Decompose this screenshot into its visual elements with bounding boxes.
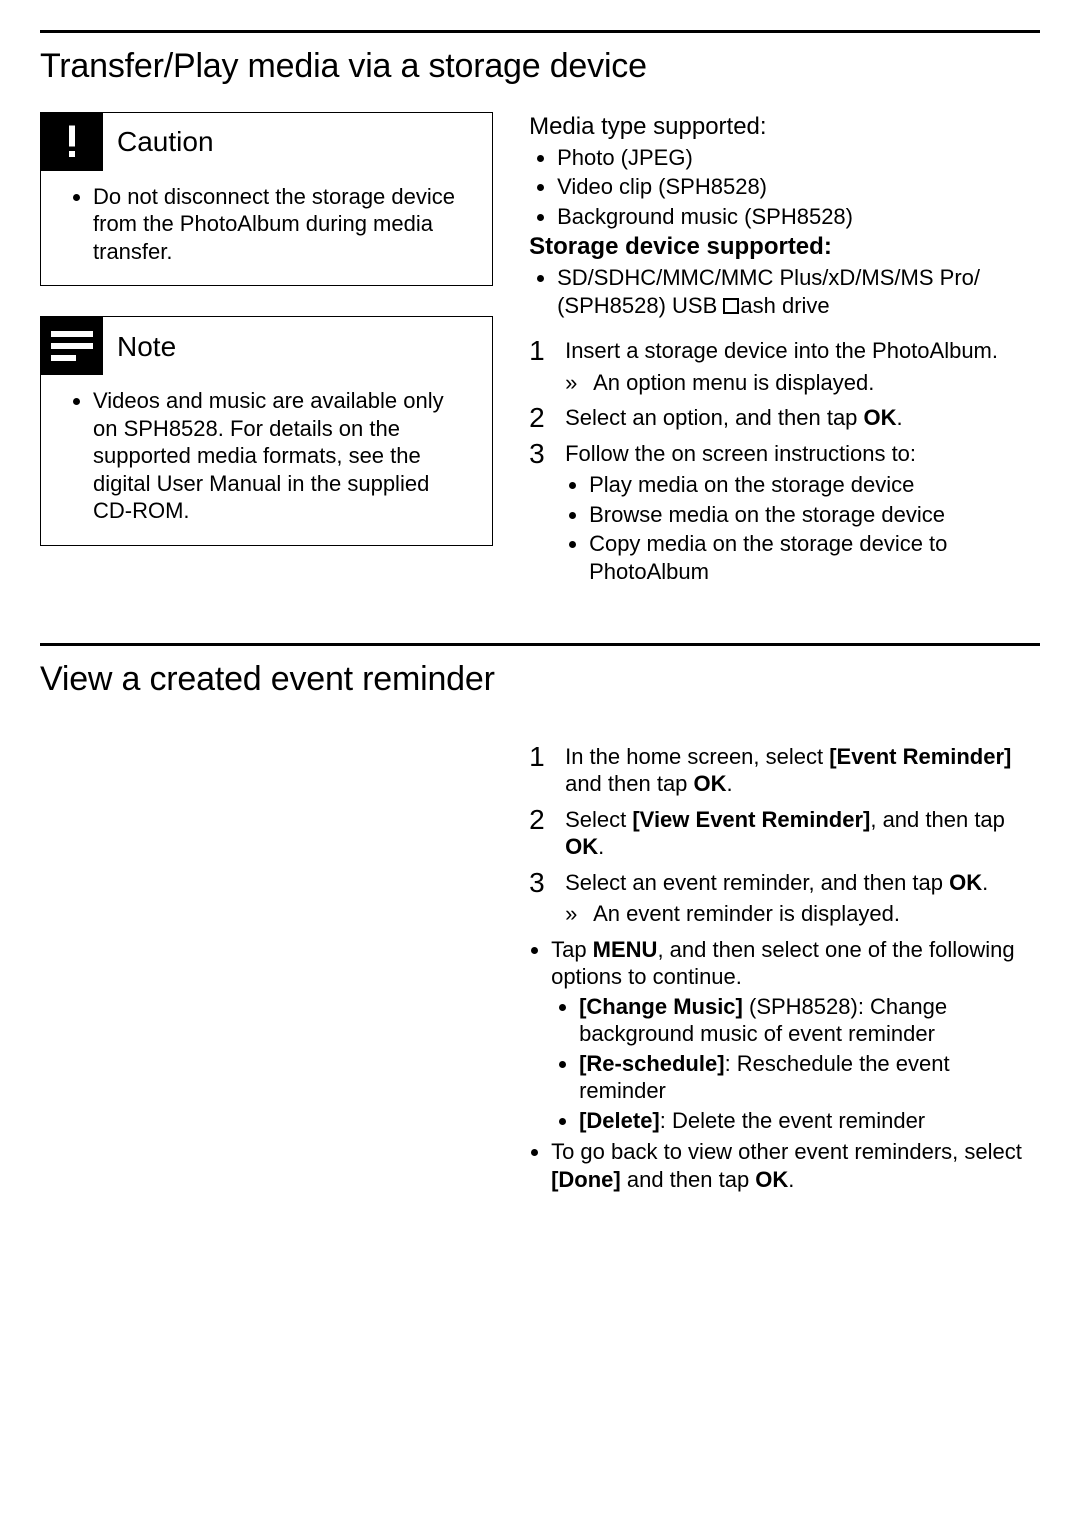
media-type-item: Video clip (SPH8528) [557, 173, 1040, 201]
caution-box: Caution Do not disconnect the storage de… [40, 112, 493, 287]
media-type-heading: Media type supported: [529, 112, 1040, 142]
section1-title: Transfer/Play media via a storage device [40, 45, 1040, 88]
section2-bullets: Tap MENU, and then select one of the fol… [529, 936, 1040, 1194]
storage-item-suffix: ash drive [740, 293, 829, 318]
s2-step-2: Select [View Event Reminder], and then t… [529, 806, 1040, 861]
section-divider [40, 30, 1040, 33]
s2-bullet-1: Tap MENU, and then select one of the fol… [551, 936, 1040, 1135]
step-1-text: Insert a storage device into the PhotoAl… [565, 338, 998, 363]
storage-heading: Storage device supported: [529, 232, 1040, 262]
s2-b1-sub1: [Change Music] (SPH8528): Change backgro… [579, 993, 1040, 1048]
s2-step3-b: OK [949, 870, 982, 895]
step-1: Insert a storage device into the PhotoAl… [529, 337, 1040, 396]
step-2-ok: OK [864, 405, 897, 430]
s2-step1-e: . [727, 771, 733, 796]
note-icon [41, 317, 103, 375]
s2-b1-sub3-b: : Delete the event reminder [660, 1108, 925, 1133]
caution-icon [41, 113, 103, 171]
s2-b2-b: [Done] [551, 1167, 621, 1192]
s2-step3-result: An event reminder is displayed. [565, 900, 1040, 928]
section2-steps: In the home screen, select [Event Remind… [529, 743, 1040, 928]
storage-list: SD/SDHC/MMC/MMC Plus/xD/MS/MS Pro/ (SPH8… [529, 264, 1040, 319]
s2-step3-c: . [982, 870, 988, 895]
media-type-item: Photo (JPEG) [557, 144, 1040, 172]
caution-heading: Caution [117, 124, 214, 159]
step-2: Select an option, and then tap OK. [529, 404, 1040, 432]
media-type-list: Photo (JPEG) Video clip (SPH8528) Backgr… [529, 144, 1040, 231]
s2-step-1: In the home screen, select [Event Remind… [529, 743, 1040, 798]
step-2-text-a: Select an option, and then tap [565, 405, 863, 430]
flash-glyph-icon [723, 298, 739, 314]
s2-b1-b: MENU [593, 937, 658, 962]
storage-item: SD/SDHC/MMC/MMC Plus/xD/MS/MS Pro/ (SPH8… [557, 264, 1040, 319]
note-item: Videos and music are available only on S… [93, 387, 474, 525]
section1-steps: Insert a storage device into the PhotoAl… [529, 337, 1040, 585]
s2-step1-c: and then tap [565, 771, 693, 796]
note-heading: Note [117, 329, 176, 364]
caution-item: Do not disconnect the storage device fro… [93, 183, 474, 266]
s2-b1-sub2: [Re-schedule]: Reschedule the event remi… [579, 1050, 1040, 1105]
note-box: Note Videos and music are available only… [40, 316, 493, 546]
s2-b1-sub2-a: [Re-schedule] [579, 1051, 724, 1076]
step-3: Follow the on screen instructions to: Pl… [529, 440, 1040, 586]
s2-b1-sub3: [Delete]: Delete the event reminder [579, 1107, 1040, 1135]
s2-step3-a: Select an event reminder, and then tap [565, 870, 949, 895]
s2-bullet-2: To go back to view other event reminders… [551, 1138, 1040, 1193]
s2-step1-d: OK [694, 771, 727, 796]
s2-step2-b: [View Event Reminder] [632, 807, 870, 832]
s2-step1-b: [Event Reminder] [829, 744, 1011, 769]
media-type-item: Background music (SPH8528) [557, 203, 1040, 231]
step-2-text-c: . [897, 405, 903, 430]
step-1-result: An option menu is displayed. [565, 369, 1040, 397]
step-3-bullet: Browse media on the storage device [589, 501, 1040, 529]
step-3-text: Follow the on screen instructions to: [565, 441, 916, 466]
s2-step-3: Select an event reminder, and then tap O… [529, 869, 1040, 928]
s2-step1-a: In the home screen, select [565, 744, 829, 769]
s2-b1-a: Tap [551, 937, 593, 962]
section-divider [40, 643, 1040, 646]
s2-b2-e: . [788, 1167, 794, 1192]
s2-step2-a: Select [565, 807, 632, 832]
s2-b1-sub1-a: [Change Music] [579, 994, 743, 1019]
s2-step2-c: , and then tap [870, 807, 1005, 832]
section2-title: View a created event reminder [40, 658, 1040, 701]
s2-step2-e: . [598, 834, 604, 859]
s2-b2-d: OK [755, 1167, 788, 1192]
step-3-bullet: Copy media on the storage device to Phot… [589, 530, 1040, 585]
s2-b1-sub3-a: [Delete] [579, 1108, 660, 1133]
step-3-bullet: Play media on the storage device [589, 471, 1040, 499]
s2-step2-d: OK [565, 834, 598, 859]
s2-b2-a: To go back to view other event reminders… [551, 1139, 1022, 1164]
s2-b2-c: and then tap [621, 1167, 756, 1192]
